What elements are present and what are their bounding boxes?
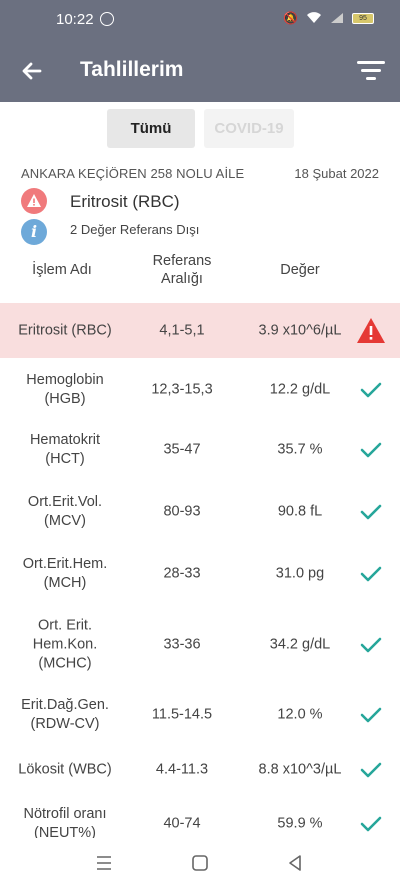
out-of-range-count: 2 Değer Referans Dışı <box>70 222 200 237</box>
reference-range: 33-36 <box>163 636 201 652</box>
test-value: 90.8 fL <box>277 503 323 519</box>
column-header-name: İşlem Adı <box>32 262 92 278</box>
test-name: Erit.Dağ.Gen. (RDW-CV) <box>21 696 109 732</box>
check-icon <box>360 637 382 652</box>
test-name: Ort. Erit. Hem.Kon. (MCHC) <box>32 617 98 671</box>
warning-icon <box>21 188 47 214</box>
check-icon <box>360 566 382 581</box>
test-value: 59.9 % <box>277 815 323 832</box>
check-icon <box>360 504 382 519</box>
table-row[interactable]: Hematokrit (HCT) 35-47 35.7 % <box>0 422 400 477</box>
table-row[interactable]: Eritrosit (RBC) 4,1-5,1 3.9 x10^6/µL <box>0 303 400 358</box>
test-name: Hematokrit (HCT) <box>29 431 101 467</box>
table-row[interactable]: Hemoglobin (HGB) 12,3-15,3 12.2 g/dL <box>0 362 400 417</box>
check-icon <box>360 816 382 832</box>
page-title: Tahlillerim <box>80 58 184 81</box>
app-bar: Tahlillerim <box>0 40 400 102</box>
nav-back-icon[interactable] <box>284 852 306 874</box>
column-header-value: Değer <box>280 262 320 278</box>
test-value: 12.2 g/dL <box>269 381 331 397</box>
status-bar: 10:22 🔕 95 <box>0 0 400 40</box>
test-value: 12.0 % <box>277 706 323 722</box>
test-name: Ort.Erit.Hem. (MCH) <box>22 555 108 591</box>
home-icon[interactable] <box>189 852 211 874</box>
back-arrow-icon[interactable] <box>18 57 46 85</box>
reference-range: 80-93 <box>163 503 201 519</box>
table-row[interactable]: Ort. Erit. Hem.Kon. (MCHC) 33-36 34.2 g/… <box>0 612 400 677</box>
reference-range: 35-47 <box>163 441 201 457</box>
test-value: 31.0 pg <box>275 565 325 581</box>
test-name: Lökosit (WBC) <box>18 761 112 778</box>
report-date: 18 Şubat 2022 <box>294 166 379 181</box>
reference-range: 40-74 <box>163 815 201 832</box>
test-value: 3.9 x10^6/µL <box>258 322 342 338</box>
column-header-reference-line1: Referans <box>152 253 212 269</box>
test-name: Hemoglobin (HGB) <box>26 371 104 407</box>
filter-icon[interactable] <box>356 58 386 84</box>
test-value: 34.2 g/dL <box>269 636 331 652</box>
wifi-icon <box>307 12 321 23</box>
status-icons: 🔕 95 <box>283 11 374 25</box>
test-value: 35.7 % <box>277 441 323 457</box>
out-of-range-test-name: Eritrosit (RBC) <box>70 192 180 211</box>
mute-icon: 🔕 <box>283 11 298 25</box>
test-value: 8.8 x10^3/µL <box>258 761 342 778</box>
status-time: 10:22 <box>56 11 94 28</box>
test-name: Eritrosit (RBC) <box>18 322 112 338</box>
whatsapp-notification-icon <box>100 12 114 26</box>
check-icon <box>360 762 382 778</box>
signal-icon <box>331 13 343 23</box>
clinic-name: ANKARA KEÇİÖREN 258 NOLU AİLE <box>21 166 245 181</box>
reference-range: 11.5-14.5 <box>151 706 213 722</box>
table-row[interactable]: Erit.Dağ.Gen. (RDW-CV) 11.5-14.5 12.0 % <box>0 687 400 742</box>
table-row[interactable]: Ort.Erit.Vol. (MCV) 80-93 90.8 fL <box>0 484 400 539</box>
tab-covid-19[interactable]: COVID-19 <box>204 109 294 148</box>
table-row[interactable]: Lökosit (WBC) 4.4-11.3 8.8 x10^3/µL <box>0 750 400 790</box>
check-icon <box>360 382 382 397</box>
check-icon <box>360 707 382 722</box>
reference-range: 4.4-11.3 <box>155 761 209 778</box>
info-icon: i <box>21 219 47 245</box>
check-icon <box>360 442 382 457</box>
test-name: Ort.Erit.Vol. (MCV) <box>27 493 103 529</box>
recent-apps-icon[interactable] <box>93 852 115 874</box>
warning-triangle-icon <box>357 317 385 343</box>
reference-range: 12,3-15,3 <box>151 381 213 397</box>
tab-all[interactable]: Tümü <box>107 109 195 148</box>
table-row[interactable]: Ort.Erit.Hem. (MCH) 28-33 31.0 pg <box>0 546 400 601</box>
column-header-reference-line2: Aralığı <box>161 271 203 287</box>
system-navigation-bar <box>0 838 400 888</box>
column-header-reference: Referans Aralığı <box>131 252 233 288</box>
battery-icon: 95 <box>352 12 374 24</box>
reference-range: 4,1-5,1 <box>159 322 205 338</box>
reference-range: 28-33 <box>163 565 201 581</box>
